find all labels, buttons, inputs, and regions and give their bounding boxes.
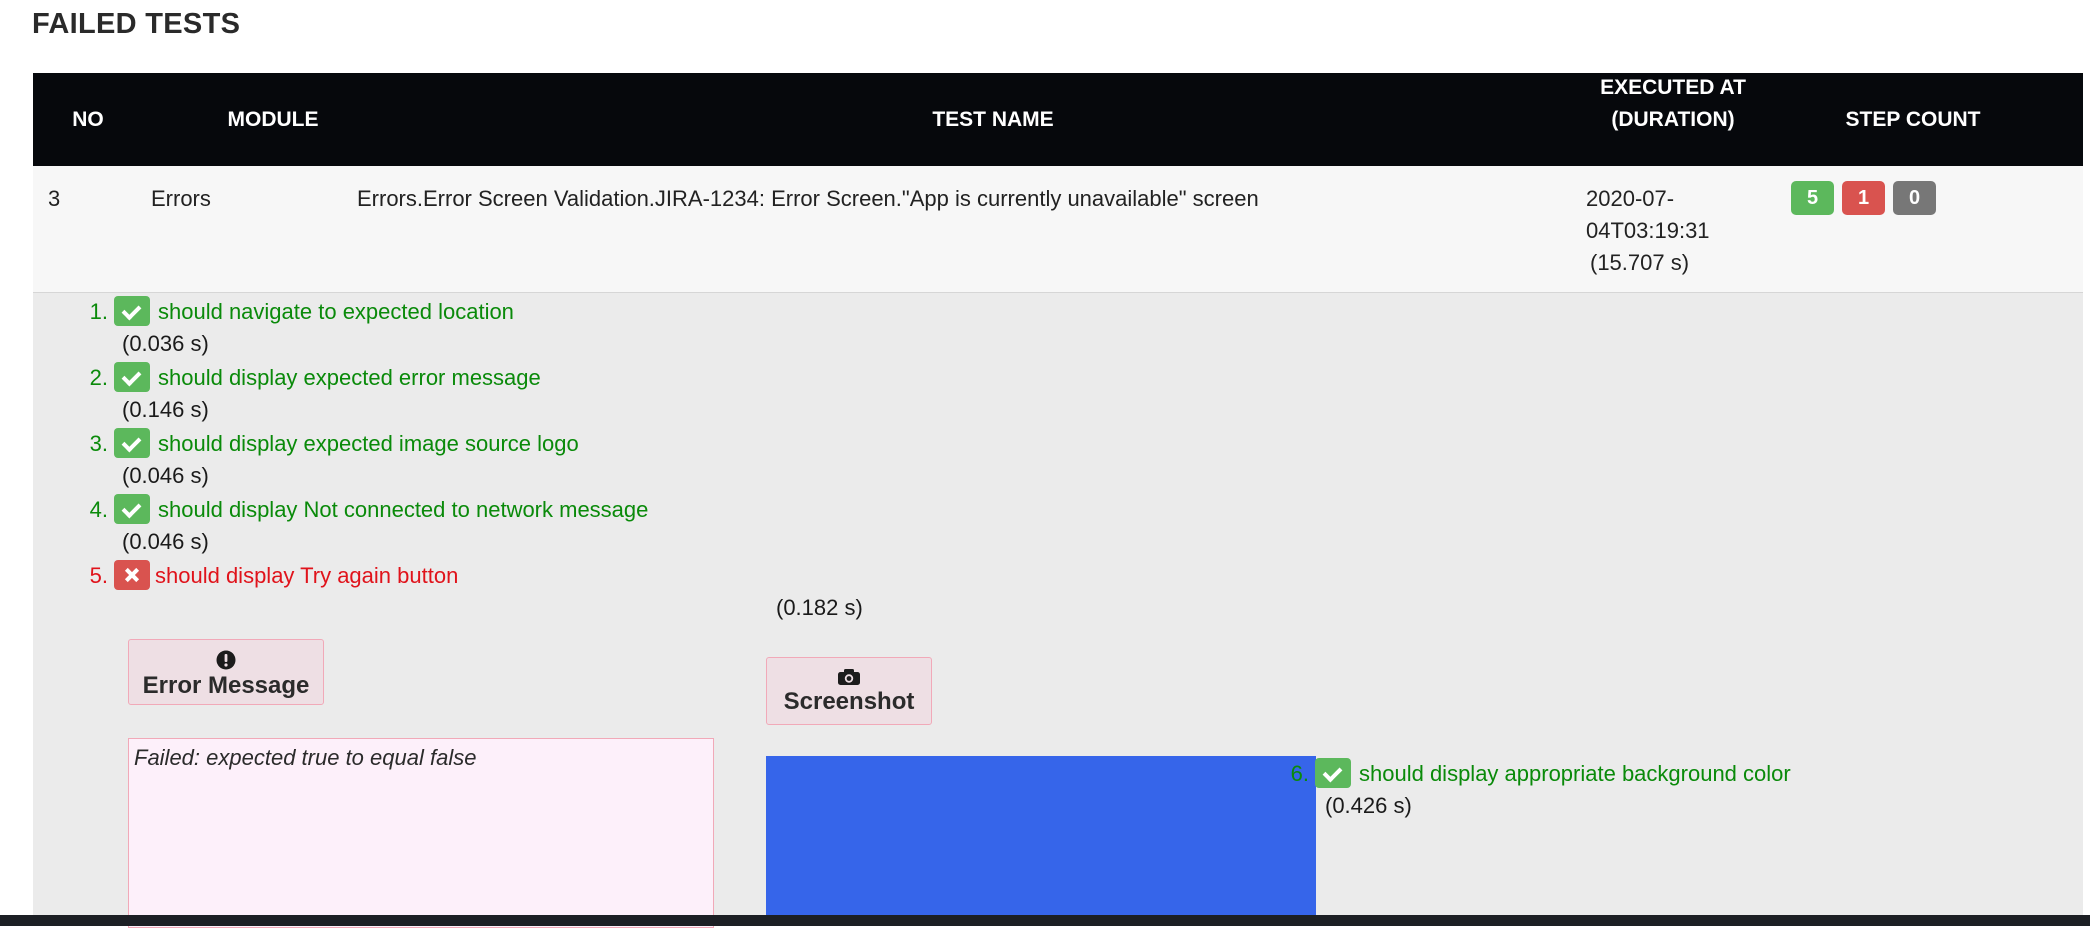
- step-item: 4. should display Not connected to networ…: [90, 494, 649, 526]
- row-executed-date: 2020-07-: [1586, 186, 1675, 211]
- step-label: should display appropriate background co…: [1359, 761, 1791, 786]
- skipped-count-badge[interactable]: 0: [1893, 181, 1936, 215]
- step-duration: (0.046 s): [122, 463, 209, 488]
- screenshot-button[interactable]: Screenshot: [766, 657, 932, 725]
- column-header-no: NO: [72, 108, 104, 131]
- bottom-scroll-bar[interactable]: [0, 915, 2090, 926]
- table-row[interactable]: 3 Errors Errors.Error Screen Validation.…: [33, 166, 2083, 293]
- check-icon: [114, 296, 150, 327]
- column-header-step-count: STEP COUNT: [1845, 108, 1981, 131]
- column-header-module: MODULE: [227, 108, 319, 131]
- row-number: 3: [48, 186, 61, 211]
- step-label: should display expected image source log…: [158, 431, 579, 456]
- failed-count-badge[interactable]: 1: [1842, 181, 1885, 215]
- check-icon: [114, 362, 150, 393]
- step-number: 3.: [89, 431, 108, 456]
- step-duration: (0.182 s): [776, 595, 863, 620]
- screenshot-button-label: Screenshot: [783, 688, 915, 715]
- step-duration: (0.036 s): [122, 331, 209, 356]
- row-test-name: Errors.Error Screen Validation.JIRA-1234…: [357, 186, 1259, 211]
- passed-count-badge[interactable]: 5: [1791, 181, 1834, 215]
- row-module: Errors: [151, 186, 211, 211]
- step-number: 5.: [89, 563, 108, 588]
- check-icon: [114, 494, 150, 525]
- step-duration: (0.046 s): [122, 529, 209, 554]
- column-header-duration: (DURATION): [1611, 108, 1735, 131]
- camera-icon: [838, 669, 860, 685]
- column-header-executed-at: EXECUTED AT: [1600, 76, 1746, 99]
- step-number: 1.: [89, 299, 108, 324]
- step-number: 4.: [89, 497, 108, 522]
- step-number: 2.: [89, 365, 108, 390]
- error-text: Failed: expected true to equal false: [134, 745, 477, 770]
- page-title: FAILED TESTS: [32, 8, 241, 40]
- check-icon: [114, 428, 150, 459]
- step-item: 1. should navigate to expected location: [90, 296, 514, 328]
- step-label: should display expected error message: [158, 365, 541, 390]
- error-message-box: Failed: expected true to equal false: [128, 738, 714, 928]
- check-icon: [1315, 758, 1351, 789]
- step-item: 3. should display expected image source l…: [90, 428, 579, 460]
- step-duration: (0.146 s): [122, 397, 209, 422]
- step-label: should display Not connected to network …: [158, 497, 649, 522]
- row-duration: (15.707 s): [1590, 250, 1690, 275]
- step-number: 6.: [1290, 761, 1309, 786]
- step-item-failed: 5. should display Try again button: [90, 560, 459, 592]
- screenshot-image[interactable]: [766, 756, 1316, 926]
- step-item: 6. should display appropriate background …: [1291, 758, 1791, 790]
- step-duration: (0.426 s): [1325, 793, 1412, 818]
- error-message-button[interactable]: Error Message: [128, 639, 324, 705]
- step-label: should navigate to expected location: [158, 299, 514, 324]
- step-label: should display Try again button: [155, 563, 459, 588]
- step-item: 2. should display expected error message: [90, 362, 541, 394]
- column-header-test-name: TEST NAME: [932, 108, 1054, 131]
- exclamation-circle-icon: [216, 650, 236, 670]
- table-header: NO MODULE TEST NAME EXECUTED AT (DURATIO…: [33, 73, 2083, 166]
- row-executed-time: 04T03:19:31: [1586, 218, 1710, 243]
- x-icon: [114, 560, 150, 591]
- error-message-button-label: Error Message: [142, 672, 310, 699]
